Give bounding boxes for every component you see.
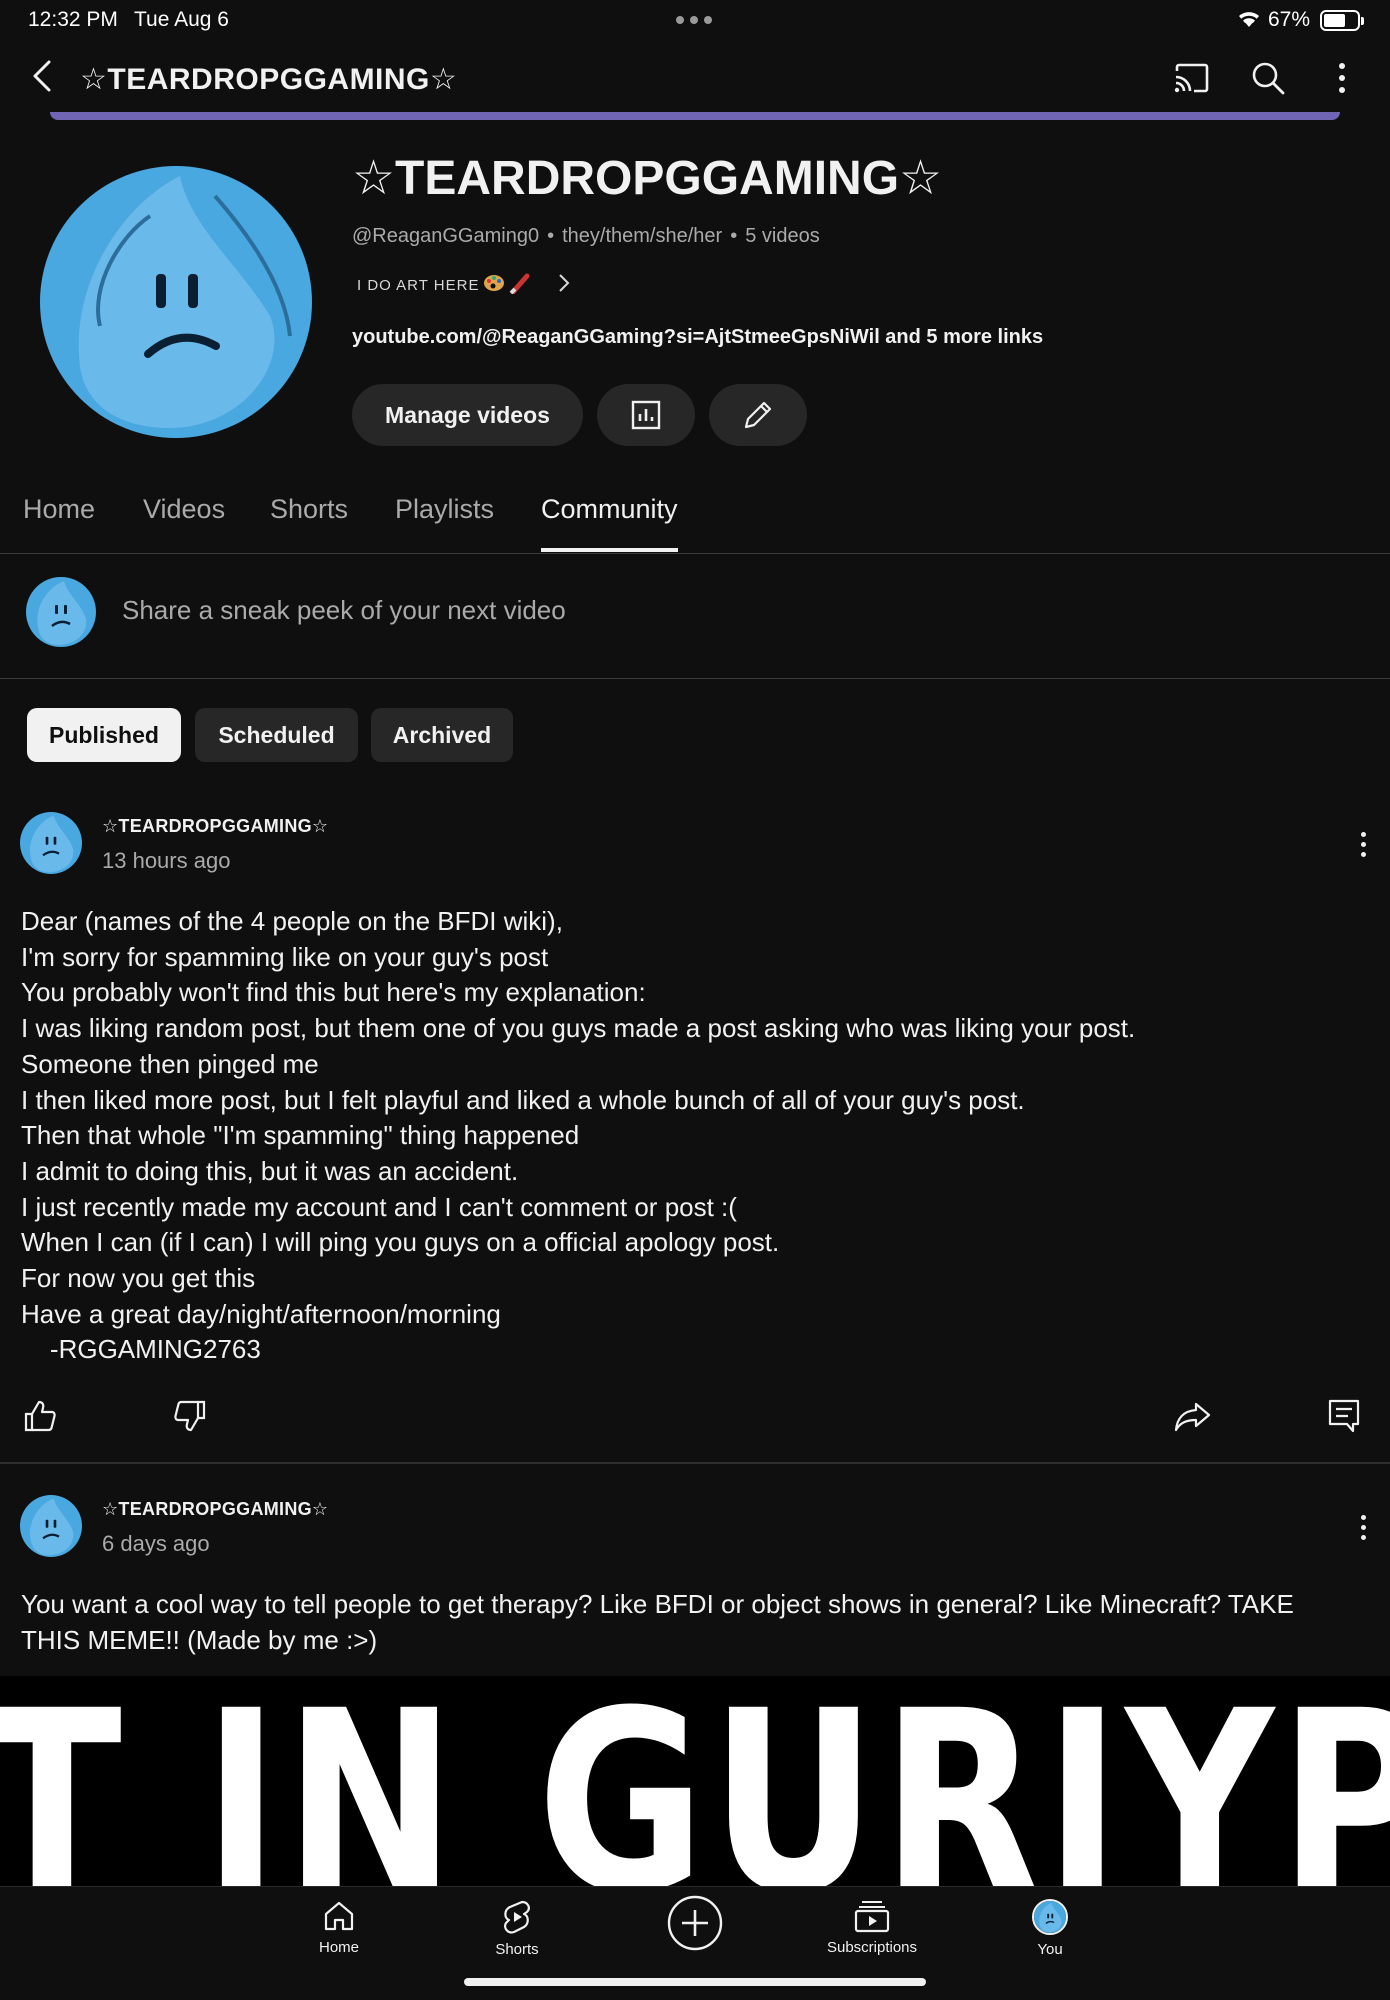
pencil-icon xyxy=(744,401,772,429)
post-body: You want a cool way to tell people to ge… xyxy=(21,1589,1294,1655)
channel-pronouns: they/them/she/her xyxy=(562,225,723,247)
channel-description-text: I DO ART HERE xyxy=(357,276,480,294)
nav-home-label: Home xyxy=(318,1939,359,1956)
channel-description[interactable]: I DO ART HERE xyxy=(357,272,571,298)
thumbs-down-icon xyxy=(174,1400,206,1432)
nav-you[interactable]: You xyxy=(990,1899,1110,1958)
post-body: Dear (names of the 4 people on the BFDI … xyxy=(21,906,1136,1365)
tab-shorts[interactable]: Shorts xyxy=(270,494,348,552)
back-icon xyxy=(33,60,51,92)
filter-archived[interactable]: Archived xyxy=(371,708,513,762)
cast-icon xyxy=(1174,63,1209,93)
tab-playlists[interactable]: Playlists xyxy=(395,494,494,552)
subscriptions-icon xyxy=(854,1901,890,1933)
nav-you-label: You xyxy=(1037,1941,1063,1958)
post-author[interactable]: ☆TEARDROPGGAMING☆ xyxy=(102,816,328,837)
post-composer[interactable]: Share a sneak peek of your next video xyxy=(0,555,1390,679)
app-bar-title: ☆TEARDROPGGAMING☆ xyxy=(80,63,458,96)
battery-icon xyxy=(1320,10,1364,31)
paintbrush-emoji-icon xyxy=(509,272,533,298)
tab-videos[interactable]: Videos xyxy=(143,494,225,552)
nav-subscriptions-label: Subscriptions xyxy=(826,1939,918,1956)
post-more-button[interactable] xyxy=(1345,824,1381,864)
cast-button[interactable] xyxy=(1168,54,1216,102)
post-divider xyxy=(0,1462,1390,1464)
post-author[interactable]: ☆TEARDROPGGAMING☆ xyxy=(102,1499,328,1520)
more-vertical-icon xyxy=(1339,63,1345,93)
channel-tabs: Home Videos Shorts Playlists Community xyxy=(0,494,1390,554)
avatar[interactable] xyxy=(20,812,82,874)
status-date: Tue Aug 6 xyxy=(134,8,229,31)
edit-channel-button[interactable] xyxy=(709,384,807,446)
search-button[interactable] xyxy=(1244,54,1292,102)
share-button[interactable] xyxy=(1169,1392,1217,1440)
tab-community[interactable]: Community xyxy=(541,494,678,552)
tab-home[interactable]: Home xyxy=(23,494,95,552)
channel-meta: @ReaganGGaming0 • they/them/she/her • 5 vide… xyxy=(352,225,820,247)
channel-links[interactable]: youtube.com/@ReaganGGaming?si=AjtStmeeGp… xyxy=(352,326,1043,349)
avatar xyxy=(1032,1899,1068,1935)
chevron-right-icon xyxy=(557,272,571,298)
shorts-icon xyxy=(504,1900,530,1934)
post-more-button[interactable] xyxy=(1345,1507,1381,1547)
post-timestamp: 13 hours ago xyxy=(102,848,231,873)
manage-videos-button[interactable]: Manage videos xyxy=(352,384,583,446)
comment-icon xyxy=(1328,1399,1360,1433)
filter-scheduled[interactable]: Scheduled xyxy=(195,708,358,762)
analytics-icon xyxy=(631,400,661,430)
nav-shorts-label: Shorts xyxy=(495,1941,539,1958)
avatar xyxy=(26,577,96,647)
dislike-button[interactable] xyxy=(166,1392,214,1440)
nav-home[interactable]: Home xyxy=(279,1899,399,1956)
top-app-bar: ☆TEARDROPGGAMING☆ xyxy=(0,40,1390,118)
like-button[interactable] xyxy=(16,1392,64,1440)
nav-create-button[interactable] xyxy=(635,1895,755,1951)
status-bar: 12:32 PM Tue Aug 6 67% xyxy=(0,0,1390,40)
wifi-icon xyxy=(1236,8,1262,35)
post-timestamp: 6 days ago xyxy=(102,1531,210,1556)
palette-emoji-icon xyxy=(483,273,505,297)
avatar[interactable] xyxy=(20,1495,82,1557)
channel-video-count: 5 videos xyxy=(745,225,820,247)
search-icon xyxy=(1252,62,1285,95)
composer-placeholder: Share a sneak peek of your next video xyxy=(122,595,566,625)
share-icon xyxy=(1174,1402,1211,1432)
battery-percent: 67% xyxy=(1268,8,1311,31)
home-icon xyxy=(324,1901,354,1931)
analytics-button[interactable] xyxy=(597,384,695,446)
more-options-button[interactable] xyxy=(1318,54,1366,102)
channel-handle: @ReaganGGaming0 xyxy=(352,225,540,247)
status-time: 12:32 PM xyxy=(28,8,118,31)
nav-subscriptions[interactable]: Subscriptions xyxy=(812,1899,932,1956)
channel-avatar[interactable] xyxy=(40,166,312,438)
channel-name: ☆TEARDROPGGAMING☆ xyxy=(352,152,943,205)
post-image[interactable]: T IN GURIYPO xyxy=(0,1676,1390,1886)
home-indicator[interactable] xyxy=(464,1978,926,1986)
nav-shorts[interactable]: Shorts xyxy=(457,1899,577,1958)
thumbs-up-icon xyxy=(24,1400,56,1432)
comments-button[interactable] xyxy=(1320,1392,1368,1440)
meme-image-text: T IN GURIYPO xyxy=(0,1676,1390,1887)
filter-published[interactable]: Published xyxy=(27,708,181,762)
channel-banner xyxy=(50,112,1340,120)
multitasking-dots-icon[interactable] xyxy=(676,16,712,24)
back-button[interactable] xyxy=(22,54,66,98)
create-plus-icon xyxy=(667,1895,723,1951)
